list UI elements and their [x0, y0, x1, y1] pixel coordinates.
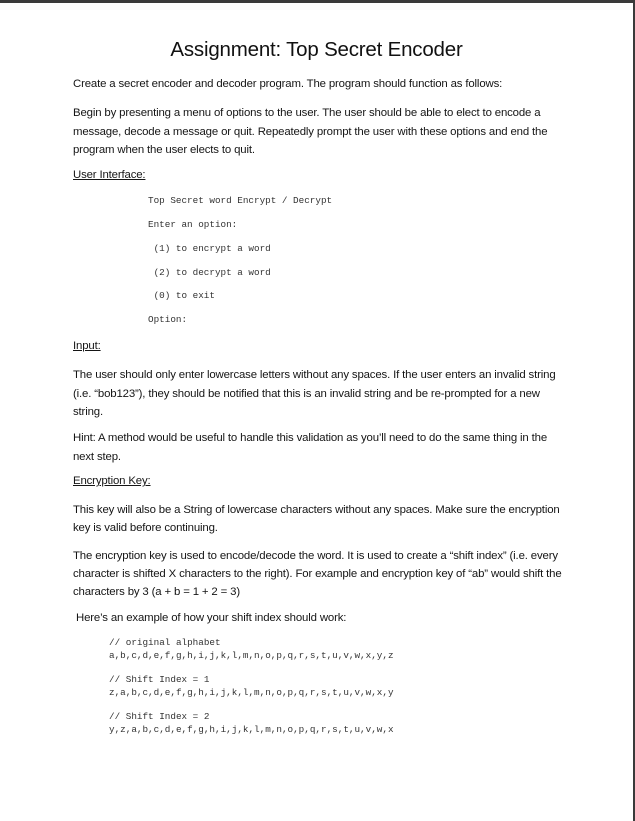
- code-comment: // original alphabet: [109, 637, 221, 648]
- code-comment: // Shift Index = 2: [109, 711, 210, 722]
- example-intro: Here’s an example of how your shift inde…: [73, 612, 347, 624]
- menu-description-paragraph: Begin by presenting a menu of options to…: [73, 107, 548, 156]
- console-line: (1) to encrypt a word: [148, 243, 271, 254]
- code-comment: // Shift Index = 1: [109, 674, 210, 685]
- viewer-top-border: [0, 0, 635, 3]
- alphabet-line: y,z,a,b,c,d,e,f,g,h,i,j,k,l,m,n,o,p,q,r,…: [109, 724, 394, 735]
- alphabet-line: z,a,b,c,d,e,f,g,h,i,j,k,l,m,n,o,p,q,r,s,…: [109, 687, 394, 698]
- input-paragraph: The user should only enter lowercase let…: [73, 369, 556, 418]
- encryption-key-paragraph-2: The encryption key is used to encode/dec…: [73, 550, 562, 598]
- console-line: Option:: [148, 314, 188, 325]
- input-heading: Input:: [73, 340, 101, 352]
- alphabet-line: a,b,c,d,e,f,g,h,i,j,k,l,m,n,o,p,q,r,s,t,…: [109, 650, 394, 661]
- console-line: (0) to exit: [148, 290, 215, 301]
- page-title: Assignment: Top Secret Encoder: [170, 38, 463, 61]
- hint-paragraph: Hint: A method would be useful to handle…: [73, 432, 548, 463]
- console-line: Top Secret word Encrypt / Decrypt: [148, 195, 333, 206]
- console-line: (2) to decrypt a word: [148, 267, 271, 278]
- document-page: Assignment: Top Secret Encoder Create a …: [0, 0, 633, 821]
- console-line: Enter an option:: [148, 219, 238, 230]
- encryption-key-paragraph-1: This key will also be a String of lowerc…: [73, 504, 560, 534]
- user-interface-heading: User Interface:: [73, 169, 146, 181]
- encryption-key-heading: Encryption Key:: [73, 475, 151, 487]
- intro-paragraph: Create a secret encoder and decoder prog…: [73, 78, 503, 90]
